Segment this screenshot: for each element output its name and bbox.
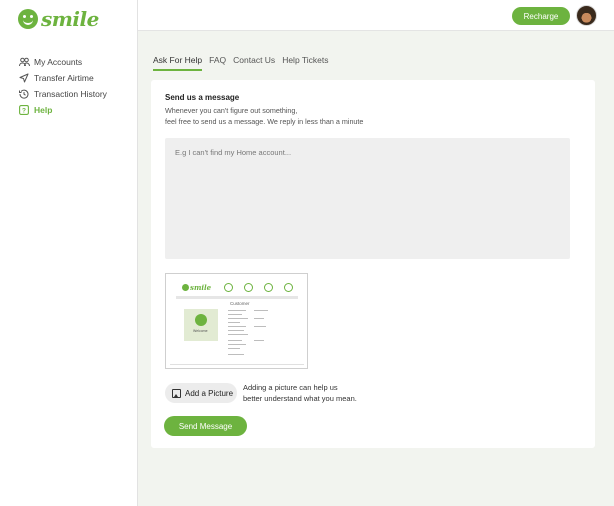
attachment-footer-line — [170, 364, 304, 365]
sidebar-item-my-accounts[interactable]: My Accounts — [18, 54, 107, 70]
attachment-brand-word: smile — [190, 283, 212, 292]
recharge-button[interactable]: Recharge — [512, 7, 570, 25]
help-circle-icon — [284, 283, 293, 292]
svg-text:?: ? — [22, 108, 26, 115]
profile-avatar-icon — [195, 314, 207, 326]
smile-logo-icon — [182, 284, 189, 291]
attachment-thumbnail[interactable]: smile Customer Welcome — [165, 273, 308, 369]
top-bar: Recharge — [138, 0, 614, 31]
attachment-text-line — [228, 340, 242, 341]
history-icon — [18, 88, 30, 100]
smile-logo[interactable]: smile — [18, 7, 99, 31]
sidebar-item-label: Transfer Airtime — [34, 73, 94, 83]
tab-help-tickets[interactable]: Help Tickets — [282, 55, 328, 71]
send-icon — [18, 72, 30, 84]
picture-hint-line2: better understand what you mean. — [243, 394, 357, 403]
sidebar-item-transaction-history[interactable]: Transaction History — [18, 86, 107, 102]
send-message-button[interactable]: Send Message — [164, 416, 247, 436]
attachment-text-line — [228, 310, 246, 311]
attachment-nav-bar — [176, 296, 298, 299]
transfer-circle-icon — [244, 283, 253, 292]
attachment-panel-name: Welcome — [193, 329, 208, 333]
attachment-panel-title: Customer — [230, 301, 250, 306]
history-circle-icon — [264, 283, 273, 292]
attachment-text-line — [254, 318, 264, 319]
attachment-logo: smile — [182, 283, 211, 292]
smile-logo-icon — [18, 9, 38, 29]
attachment-text-line — [254, 340, 264, 341]
sidebar-nav: My Accounts Transfer Airtime Transaction… — [18, 54, 107, 118]
attachment-text-line — [228, 344, 246, 345]
image-icon — [172, 388, 181, 398]
help-tabs: Ask For Help FAQ Contact Us Help Tickets — [153, 55, 335, 71]
brand-name: smile — [41, 7, 99, 31]
message-card: Send us a message Whenever you can't fig… — [151, 80, 595, 448]
account-circle-icon — [224, 283, 233, 292]
tab-contact-us[interactable]: Contact Us — [233, 55, 275, 71]
sidebar: smile My Accounts Transfer Airtime Trans… — [0, 0, 138, 506]
form-subtitle-line2: feel free to send us a message. We reply… — [165, 117, 364, 126]
picture-hint-line1: Adding a picture can help us — [243, 383, 338, 392]
attachment-text-line — [228, 334, 248, 335]
sidebar-item-label: My Accounts — [34, 57, 83, 67]
form-subtitle-line1: Whenever you can't figure out something, — [165, 106, 298, 115]
attachment-text-line — [228, 326, 246, 327]
users-icon — [18, 56, 30, 68]
picture-hint: Adding a picture can help us better unde… — [243, 382, 357, 404]
form-title: Send us a message — [165, 93, 240, 102]
attachment-text-line — [228, 318, 248, 319]
attachment-text-line — [228, 322, 240, 323]
attachment-text-line — [228, 354, 244, 355]
attachment-text-line — [228, 330, 244, 331]
avatar[interactable] — [576, 5, 597, 26]
attachment-profile-panel: Welcome — [184, 309, 218, 341]
sidebar-item-label: Help — [34, 105, 53, 115]
message-input[interactable] — [165, 138, 570, 259]
attachment-text-line — [228, 348, 240, 349]
attachment-text-line — [254, 326, 266, 327]
sidebar-item-help[interactable]: ? Help — [18, 102, 107, 118]
form-subtitle: Whenever you can't figure out something,… — [165, 105, 363, 127]
add-picture-label: Add a Picture — [185, 388, 234, 398]
sidebar-item-label: Transaction History — [34, 89, 107, 99]
help-icon: ? — [18, 104, 30, 116]
sidebar-item-transfer-airtime[interactable]: Transfer Airtime — [18, 70, 107, 86]
add-picture-button[interactable]: Add a Picture — [165, 383, 237, 403]
tab-ask-for-help[interactable]: Ask For Help — [153, 55, 203, 71]
attachment-text-line — [228, 314, 242, 315]
tab-faq[interactable]: FAQ — [209, 55, 226, 71]
attachment-text-line — [254, 310, 268, 311]
